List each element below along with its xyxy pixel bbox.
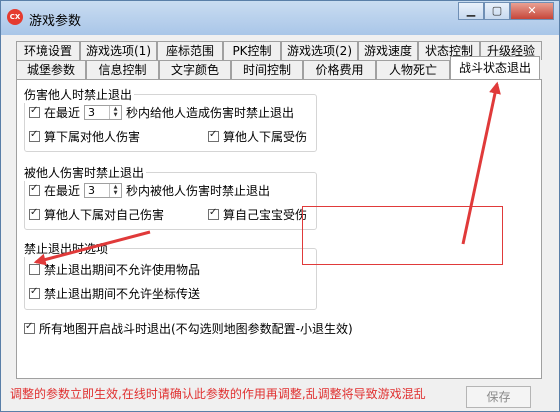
- recent-hurt-row: 在最近 3 ▲▼ 秒内被他人伤害时禁止退出: [29, 182, 270, 199]
- recent-damage-checkbox[interactable]: [29, 105, 40, 118]
- window-title: 游戏参数: [29, 14, 82, 29]
- subordinate-damage-label: 算下属对他人伤害: [44, 130, 141, 144]
- tab-game-options-2[interactable]: 游戏选项(2): [281, 41, 358, 60]
- app-icon: CX: [7, 9, 23, 25]
- tab-character-death[interactable]: 人物死亡: [376, 60, 450, 79]
- own-pet-hurt-label: 算自己宝宝受伤: [223, 208, 308, 222]
- tab-pk-control[interactable]: PK控制: [223, 41, 281, 60]
- subordinate-damage-checkbox[interactable]: [29, 129, 40, 142]
- title-bar: CX 游戏参数 ▁ ▢ ✕: [1, 1, 559, 35]
- no-teleport-checkbox[interactable]: [29, 286, 40, 299]
- recent-hurt-seconds-input[interactable]: 3 ▲ ▼: [84, 183, 123, 198]
- group-exit-options-title: 禁止退出时选项: [22, 240, 111, 257]
- recent-damage-label: 在最近: [44, 106, 81, 120]
- game-params-window: CX 游戏参数 ▁ ▢ ✕ 环境设置 游戏选项(1) 座标范围 PK控制 游戏选…: [0, 0, 560, 412]
- others-subordinate-damage-checkbox[interactable]: [29, 207, 40, 220]
- no-items-checkbox[interactable]: [29, 264, 40, 275]
- group-exit-options: 禁止退出时选项 禁止退出期间不允许使用物品 禁止退出期间不允许坐标传送: [22, 240, 317, 310]
- recent-hurt-suffix: 秒内被他人伤害时禁止退出: [126, 184, 271, 198]
- minimize-icon[interactable]: ▁: [458, 2, 484, 20]
- recent-hurt-seconds-value: 3: [88, 184, 96, 197]
- spin-down-icon[interactable]: ▼: [110, 190, 121, 196]
- close-icon[interactable]: ✕: [510, 2, 554, 20]
- own-pet-hurt-row: 算自己宝宝受伤: [208, 206, 307, 223]
- group-damage-others: 伤害他人时禁止退出 在最近 3 ▲▼ 秒内给他人造成伤害时禁止退出 算下属对他人…: [22, 86, 317, 152]
- own-pet-hurt-checkbox[interactable]: [208, 207, 219, 220]
- tab-row-2: 城堡参数 信息控制 文字颜色 时间控制 价格费用 人物死亡 战斗状态退出: [16, 56, 540, 79]
- window-controls: ▁ ▢ ✕: [458, 2, 554, 20]
- tab-coordinate-range[interactable]: 座标范围: [157, 41, 223, 60]
- spin-buttons[interactable]: ▲ ▼: [109, 106, 121, 119]
- recent-damage-row: 在最近 3 ▲▼ 秒内给他人造成伤害时禁止退出: [29, 104, 294, 121]
- others-subordinate-damage-row: 算他人下属对自己伤害: [29, 206, 164, 223]
- tab-price-fees[interactable]: 价格费用: [303, 60, 376, 79]
- recent-damage-seconds-input[interactable]: 3 ▲ ▼: [84, 105, 123, 120]
- no-items-row: 禁止退出期间不允许使用物品: [29, 261, 200, 278]
- spin-buttons[interactable]: ▲ ▼: [109, 184, 121, 197]
- all-maps-label: 所有地图开启战斗时退出(不勾选则地图参数配置-小退生效): [39, 322, 353, 336]
- others-subordinate-damage-label: 算他人下属对自己伤害: [44, 208, 165, 222]
- tab-combat-exit[interactable]: 战斗状态退出: [450, 56, 540, 79]
- no-teleport-row: 禁止退出期间不允许坐标传送: [29, 285, 200, 302]
- tab-game-speed[interactable]: 游戏速度: [358, 41, 418, 60]
- tab-text-color[interactable]: 文字颜色: [159, 60, 231, 79]
- others-subordinate-hurt-row: 算他人下属受伤: [208, 128, 307, 145]
- no-items-label: 禁止退出期间不允许使用物品: [44, 263, 201, 277]
- others-subordinate-hurt-label: 算他人下属受伤: [223, 130, 308, 144]
- spin-down-icon[interactable]: ▼: [110, 112, 121, 118]
- group-hurt-by-others-title: 被他人伤害时禁止退出: [22, 164, 147, 181]
- recent-damage-seconds-value: 3: [88, 106, 96, 119]
- group-damage-others-title: 伤害他人时禁止退出: [22, 86, 135, 103]
- tab-info-control[interactable]: 信息控制: [86, 60, 159, 79]
- subordinate-damage-row: 算下属对他人伤害: [29, 128, 140, 145]
- recent-hurt-checkbox[interactable]: [29, 183, 40, 196]
- save-button[interactable]: 保存: [466, 386, 531, 408]
- tab-game-options-1[interactable]: 游戏选项(1): [80, 41, 157, 60]
- recent-hurt-label: 在最近: [44, 184, 81, 198]
- tab-castle-params[interactable]: 城堡参数: [16, 60, 86, 79]
- others-subordinate-hurt-checkbox[interactable]: [208, 129, 219, 142]
- all-maps-row: 所有地图开启战斗时退出(不勾选则地图参数配置-小退生效): [24, 320, 353, 337]
- tab-time-control[interactable]: 时间控制: [231, 60, 303, 79]
- maximize-icon[interactable]: ▢: [484, 2, 510, 20]
- annotation-highlight-box: [302, 206, 503, 265]
- group-hurt-by-others: 被他人伤害时禁止退出 在最近 3 ▲▼ 秒内被他人伤害时禁止退出 算他人下属对自…: [22, 164, 317, 230]
- tab-environment[interactable]: 环境设置: [16, 41, 80, 60]
- recent-damage-suffix: 秒内给他人造成伤害时禁止退出: [126, 106, 295, 120]
- no-teleport-label: 禁止退出期间不允许坐标传送: [44, 287, 201, 301]
- all-maps-checkbox[interactable]: [24, 321, 35, 334]
- warning-text: 调整的参数立即生效,在线时请确认此参数的作用再调整,乱调整将导致游戏混乱: [10, 387, 426, 401]
